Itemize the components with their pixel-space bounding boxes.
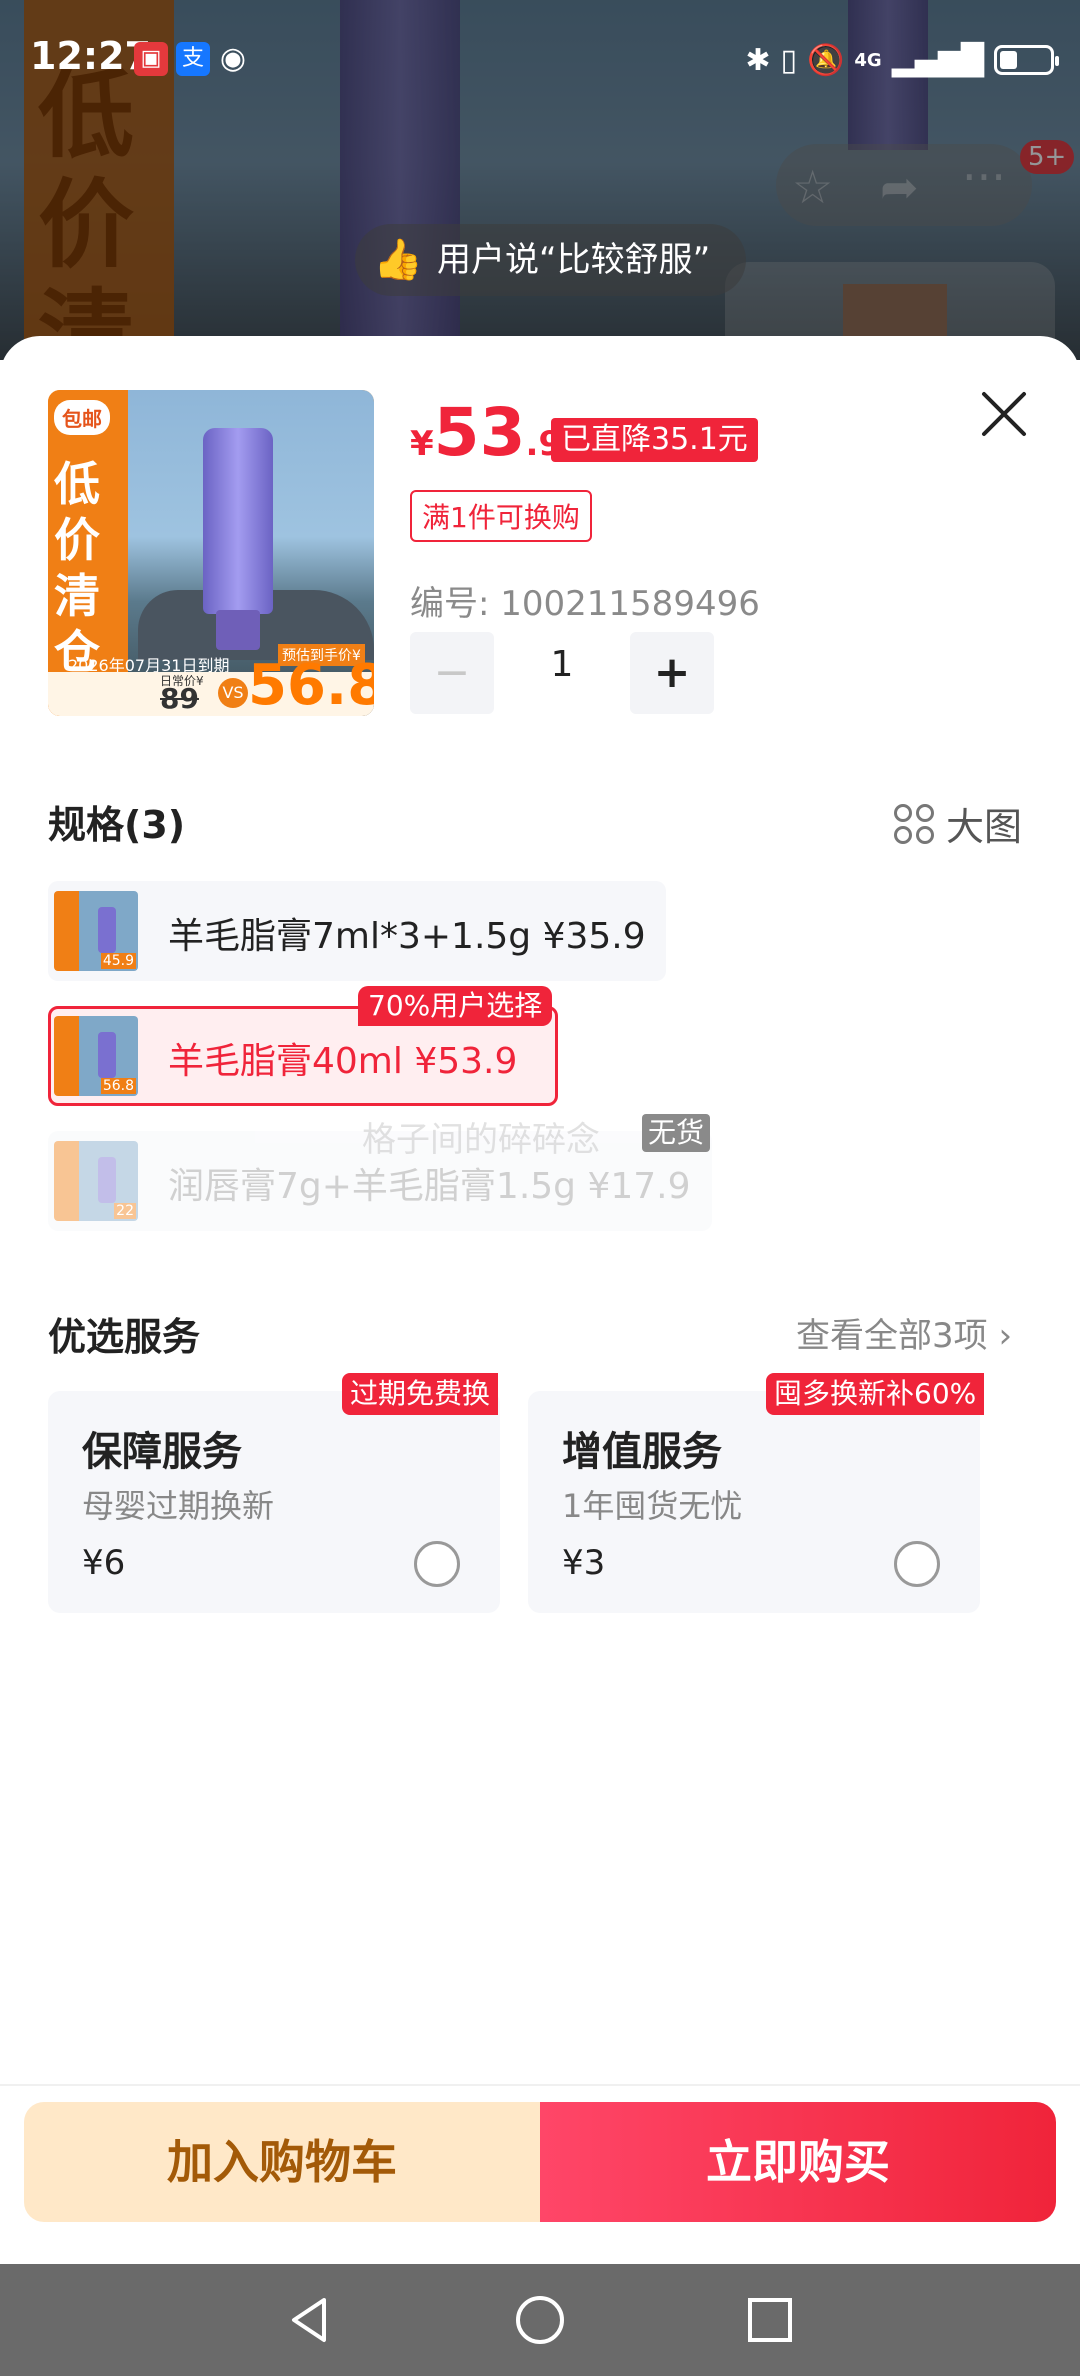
spec-label: 润唇膏7g+羊毛脂膏1.5g ¥17.9 [168,1166,691,1207]
price-drop-tag: 已直降35.1元 [551,418,758,462]
price-currency: ¥ [410,424,434,464]
vs-badge: VS [218,678,248,708]
buy-now-button[interactable]: 立即购买 [540,2102,1056,2222]
spec-thumbnail: 22 [54,1141,138,1221]
spec-label: 羊毛脂膏7ml*3+1.5g ¥35.9 [168,916,646,957]
status-time: 12:27 [30,34,151,78]
thumbnail-tube [203,428,273,614]
services-section-title: 优选服务 [48,1315,201,1359]
thumbnail-tube-cap [216,610,260,650]
review-tip-text: 用户说“比较舒服” [437,240,711,280]
orig-price: 89 [160,682,199,715]
add-to-cart-button[interactable]: 加入购物车 [24,2102,540,2222]
signal-icon: ▂▄▆█ [891,42,984,78]
status-bar: 12:27 ▣ 支 ◉ ✱ ▯ 🔕 4G ▂▄▆█ [0,0,1080,118]
grid-icon [894,803,934,844]
bluetooth-icon: ✱ [745,42,771,78]
popular-choice-tag: 70%用户选择 [358,986,553,1026]
mute-icon: 🔕 [807,42,845,78]
service-card-value-added[interactable]: 增值服务 1年囤货无忧 ¥3 [528,1391,980,1613]
service-title: 保障服务 [82,1429,242,1475]
est-price: 56.8 [248,653,374,716]
service-tag: 过期免费换 [342,1373,499,1415]
service-subtitle: 1年囤货无忧 [562,1487,743,1525]
sku-selection-sheet: 包邮 低价清仓 2026年07月31日到期 日常价¥ 89 VS 预估到手价¥ … [0,336,1080,2264]
spec-thumbnail: 56.8 [54,1016,138,1096]
service-price: ¥3 [562,1543,606,1583]
service-card-guarantee[interactable]: 保障服务 母婴过期换新 ¥6 [48,1391,500,1613]
see-all-services-link[interactable]: 查看全部3项 › [796,1308,1012,1357]
service-radio[interactable] [894,1541,940,1587]
service-title: 增值服务 [562,1429,722,1475]
exchange-purchase-tag: 满1件可换购 [410,490,592,542]
app-notification-icon: ▣ [134,42,168,76]
service-subtitle: 母婴过期换新 [82,1487,275,1525]
spec-option-1[interactable]: 45.9 羊毛脂膏7ml*3+1.5g ¥35.9 [48,881,666,981]
eye-icon: ◉ [219,41,247,76]
spec-section-title: 规格(3) [48,803,186,847]
bottom-divider [0,2084,1080,2086]
service-price: ¥6 [82,1543,126,1583]
status-right-icons: ✱ ▯ 🔕 4G ▂▄▆█ [745,38,1059,82]
price-integer: 53 [433,394,526,471]
thumbs-up-icon: 👍 [373,237,423,283]
recents-icon[interactable] [742,2292,798,2348]
quantity-value[interactable]: 1 [520,644,604,685]
close-icon[interactable] [976,386,1032,442]
system-nav-bar [0,2264,1080,2376]
home-icon[interactable] [512,2292,568,2348]
current-price: ¥53.9 [410,394,562,471]
battery-level [1000,51,1017,69]
spec-label: 羊毛脂膏40ml ¥53.9 [168,1041,518,1082]
service-tag: 囤多换新补60% [766,1373,985,1415]
big-view-button[interactable]: 大图 [894,796,1022,851]
big-view-label: 大图 [946,805,1023,849]
network-type: 4G [854,49,882,71]
vibrate-icon: ▯ [780,42,798,78]
sku-number: 编号: 100211589496 [410,584,760,624]
watermark: 格子间的碎碎念 [362,1120,600,1160]
free-shipping-badge: 包邮 [54,400,110,435]
service-radio[interactable] [414,1541,460,1587]
battery-icon [994,45,1059,75]
back-icon[interactable] [282,2292,338,2348]
out-of-stock-tag: 无货 [642,1114,711,1152]
clearance-text: 低价清仓 [54,457,100,679]
quantity-decrease-button[interactable]: − [410,632,494,714]
review-tip: 👍 用户说“比较舒服” [355,224,747,296]
spec-thumbnail: 45.9 [54,891,138,971]
product-thumbnail[interactable]: 包邮 低价清仓 2026年07月31日到期 日常价¥ 89 VS 预估到手价¥ … [48,390,374,716]
quantity-increase-button[interactable]: + [630,632,714,714]
alipay-icon: 支 [176,42,210,76]
